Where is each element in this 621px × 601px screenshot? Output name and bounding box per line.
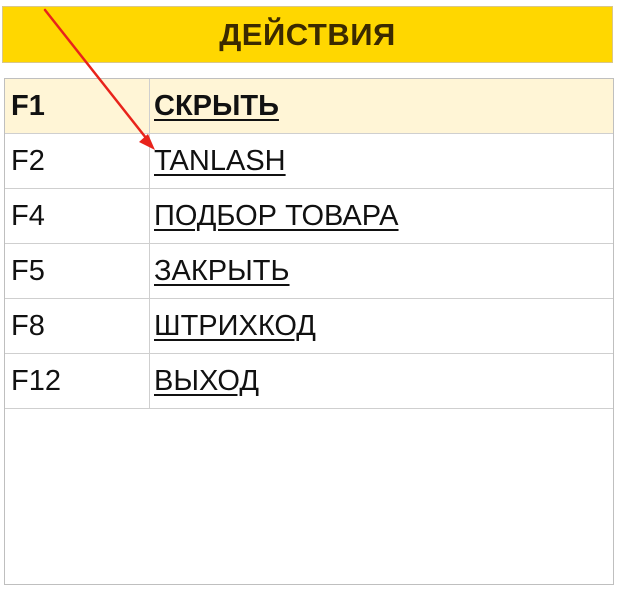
shortcut-key: F1 xyxy=(5,79,150,133)
shortcuts-panel: F1 СКРЫТЬ F2 TANLASH F4 ПОДБОР ТОВАРА F5… xyxy=(4,78,614,585)
shortcut-action-link[interactable]: ЗАКРЫТЬ xyxy=(154,255,290,288)
actions-title: ДЕЙСТВИЯ xyxy=(219,16,396,52)
shortcut-action-link[interactable]: ШТРИХКОД xyxy=(154,310,316,343)
shortcut-action-link[interactable]: СКРЫТЬ xyxy=(154,90,279,123)
shortcut-row-f5: F5 ЗАКРЫТЬ xyxy=(5,244,613,299)
shortcut-key: F5 xyxy=(5,244,150,298)
shortcut-row-f8: F8 ШТРИХКОД xyxy=(5,299,613,354)
shortcut-key: F4 xyxy=(5,189,150,243)
shortcut-row-f1: F1 СКРЫТЬ xyxy=(5,79,613,134)
shortcut-action-link[interactable]: ПОДБОР ТОВАРА xyxy=(154,200,399,233)
shortcut-row-f2: F2 TANLASH xyxy=(5,134,613,189)
shortcut-action-link[interactable]: TANLASH xyxy=(154,145,286,178)
actions-header: ДЕЙСТВИЯ xyxy=(2,6,613,63)
shortcut-action-link[interactable]: ВЫХОД xyxy=(154,365,259,398)
shortcut-row-f4: F4 ПОДБОР ТОВАРА xyxy=(5,189,613,244)
shortcut-row-f12: F12 ВЫХОД xyxy=(5,354,613,409)
shortcut-key: F12 xyxy=(5,354,150,408)
shortcut-key: F2 xyxy=(5,134,150,188)
shortcut-key: F8 xyxy=(5,299,150,353)
